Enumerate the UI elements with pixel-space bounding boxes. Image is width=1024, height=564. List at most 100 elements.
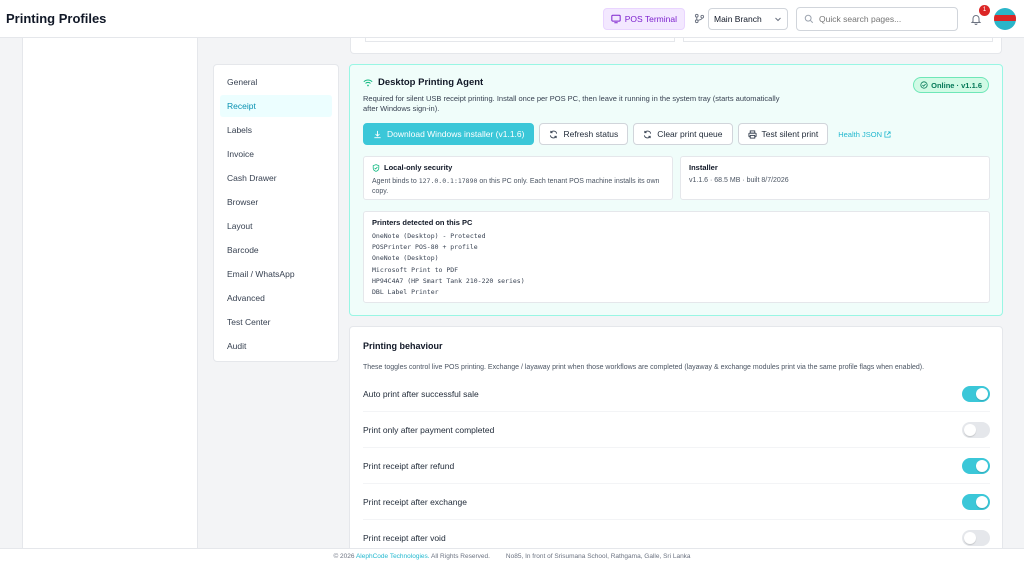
branch-select-value: Main Branch <box>714 13 762 24</box>
tab-invoice[interactable]: Invoice <box>220 143 332 165</box>
avatar[interactable] <box>994 7 1016 30</box>
tab-audit[interactable]: Audit <box>220 335 332 357</box>
pos-terminal-button[interactable]: POS Terminal <box>602 7 685 30</box>
security-text-start: Agent binds to <box>372 178 417 185</box>
local-security-title: Local-only security <box>384 163 453 172</box>
toggle-row-auto-print: Auto print after successful sale <box>363 376 990 412</box>
notification-badge: 1 <box>979 4 990 16</box>
void-toggle[interactable] <box>962 529 990 546</box>
footer: © 2026 AlephCode Technologies. All Right… <box>0 548 1024 564</box>
toggle-knob <box>964 423 976 436</box>
download-installer-label: Download Windows installer (v1.1.6) <box>387 129 525 139</box>
test-silent-print-label: Test silent print <box>761 129 819 139</box>
printer-item: DBL Label Printer <box>372 288 439 297</box>
git-branch-icon <box>693 13 705 25</box>
online-status-text: Online · v1.1.6 <box>931 80 982 90</box>
shield-check-icon <box>372 163 380 172</box>
search-icon <box>804 14 814 23</box>
left-panel <box>22 38 198 548</box>
previous-card <box>350 38 1002 54</box>
tab-email-whatsapp[interactable]: Email / WhatsApp <box>220 263 332 285</box>
local-security-box: Local-only security Agent binds to 127.0… <box>363 156 673 200</box>
clear-print-queue-button[interactable]: Clear print queue <box>633 123 733 145</box>
printer-item: OneNote (Desktop) - Protected <box>372 232 486 240</box>
notifications-button[interactable]: 1 <box>968 4 990 27</box>
monitor-icon <box>611 14 621 23</box>
tab-labels[interactable]: Labels <box>220 119 332 141</box>
clear-print-queue-label: Clear print queue <box>657 129 723 139</box>
chevron-down-icon <box>775 17 781 21</box>
agent-address: 127.0.0.1:17890 <box>418 177 478 185</box>
footer-address: No85, In front of Srisumana School, Rath… <box>505 553 691 560</box>
agent-actions: Download Windows installer (v1.1.6) Refr… <box>363 123 891 145</box>
top-bar: Printing Profiles POS Terminal Main Bran… <box>0 0 1024 38</box>
installer-box: Installer v1.1.6 · 68.5 MB · built 8/7/2… <box>680 156 990 200</box>
toggle-knob <box>976 495 988 508</box>
local-security-text: Agent binds to 127.0.0.1:17890 on this P… <box>372 176 664 197</box>
tab-browser[interactable]: Browser <box>220 191 332 213</box>
desktop-agent-card: Desktop Printing Agent Online · v1.1.6 R… <box>349 64 1003 316</box>
tab-advanced[interactable]: Advanced <box>220 287 332 309</box>
rights-text: All Rights Reserved. <box>431 553 490 560</box>
printer-item: OneNote (Desktop) <box>372 254 439 263</box>
toggle-knob <box>976 387 988 400</box>
pos-terminal-label: POS Terminal <box>624 13 677 24</box>
external-link-icon <box>884 130 891 138</box>
profile-tabs: General Receipt Labels Invoice Cash Draw… <box>213 64 339 362</box>
tab-general[interactable]: General <box>220 71 332 93</box>
refresh-icon <box>644 130 652 138</box>
tab-barcode[interactable]: Barcode <box>220 239 332 261</box>
search-box[interactable] <box>796 6 958 31</box>
toggle-knob <box>976 459 988 472</box>
branch-select[interactable]: Main Branch <box>708 7 788 30</box>
agent-heading: Desktop Printing Agent <box>363 77 483 88</box>
copyright-year: © 2026 <box>333 553 355 560</box>
toggle-label: Print receipt after refund <box>363 460 455 471</box>
tab-receipt[interactable]: Receipt <box>220 95 332 117</box>
download-installer-button[interactable]: Download Windows installer (v1.1.6) <box>363 123 535 145</box>
tab-layout[interactable]: Layout <box>220 215 332 237</box>
auto-print-toggle[interactable] <box>962 385 990 402</box>
behaviour-title: Printing behaviour <box>363 341 443 351</box>
payment-completed-toggle[interactable] <box>962 421 990 438</box>
local-security-heading: Local-only security <box>372 163 664 172</box>
toggle-label: Print receipt after void <box>363 532 446 543</box>
wifi-icon <box>363 79 373 86</box>
toggle-label: Print receipt after exchange <box>363 496 467 507</box>
printer-item: Microsoft Print to PDF <box>372 265 459 274</box>
search-input[interactable] <box>819 13 939 24</box>
tab-test-center[interactable]: Test Center <box>220 311 332 333</box>
toggle-row-payment-completed: Print only after payment completed <box>363 412 990 448</box>
printers-title: Printers detected on this PC <box>372 218 473 227</box>
toggle-row-exchange: Print receipt after exchange <box>363 484 990 520</box>
printing-behaviour-card: Printing behaviour These toggles control… <box>349 326 1003 556</box>
agent-description: Required for silent USB receipt printing… <box>363 94 780 113</box>
refresh-status-label: Refresh status <box>563 129 619 139</box>
check-circle-icon <box>920 81 928 89</box>
tab-cash-drawer[interactable]: Cash Drawer <box>220 167 332 189</box>
online-status-badge: Online · v1.1.6 <box>913 77 989 93</box>
test-silent-print-button[interactable]: Test silent print <box>737 123 829 145</box>
toggle-row-refund: Print receipt after refund <box>363 448 990 484</box>
printer-item: POSPrinter POS-80 + profile <box>372 243 478 252</box>
health-json-label: Health JSON <box>838 129 882 139</box>
agent-title: Desktop Printing Agent <box>378 77 484 88</box>
printer-icon <box>747 129 757 139</box>
footer-copyright: © 2026 AlephCode Technologies. All Right… <box>333 553 489 560</box>
toggle-label: Print only after payment completed <box>363 424 495 435</box>
toggle-label: Auto print after successful sale <box>363 388 479 399</box>
page-title: Printing Profiles <box>6 11 107 26</box>
health-json-link[interactable]: Health JSON <box>838 130 891 139</box>
download-icon <box>374 130 381 138</box>
installer-text: v1.1.6 · 68.5 MB · built 8/7/2026 <box>689 177 789 184</box>
refresh-status-button[interactable]: Refresh status <box>539 123 629 145</box>
refund-toggle[interactable] <box>962 457 990 474</box>
toggle-knob <box>964 531 976 544</box>
refresh-icon <box>550 130 558 138</box>
installer-title: Installer <box>689 163 718 172</box>
company-link[interactable]: AlephCode Technologies. <box>356 553 430 560</box>
printer-item: HP94C4A7 (HP Smart Tank 210-220 series) <box>372 276 525 285</box>
exchange-toggle[interactable] <box>962 493 990 510</box>
printers-box: Printers detected on this PC OneNote (De… <box>363 211 990 303</box>
behaviour-description: These toggles control live POS printing.… <box>363 364 925 371</box>
